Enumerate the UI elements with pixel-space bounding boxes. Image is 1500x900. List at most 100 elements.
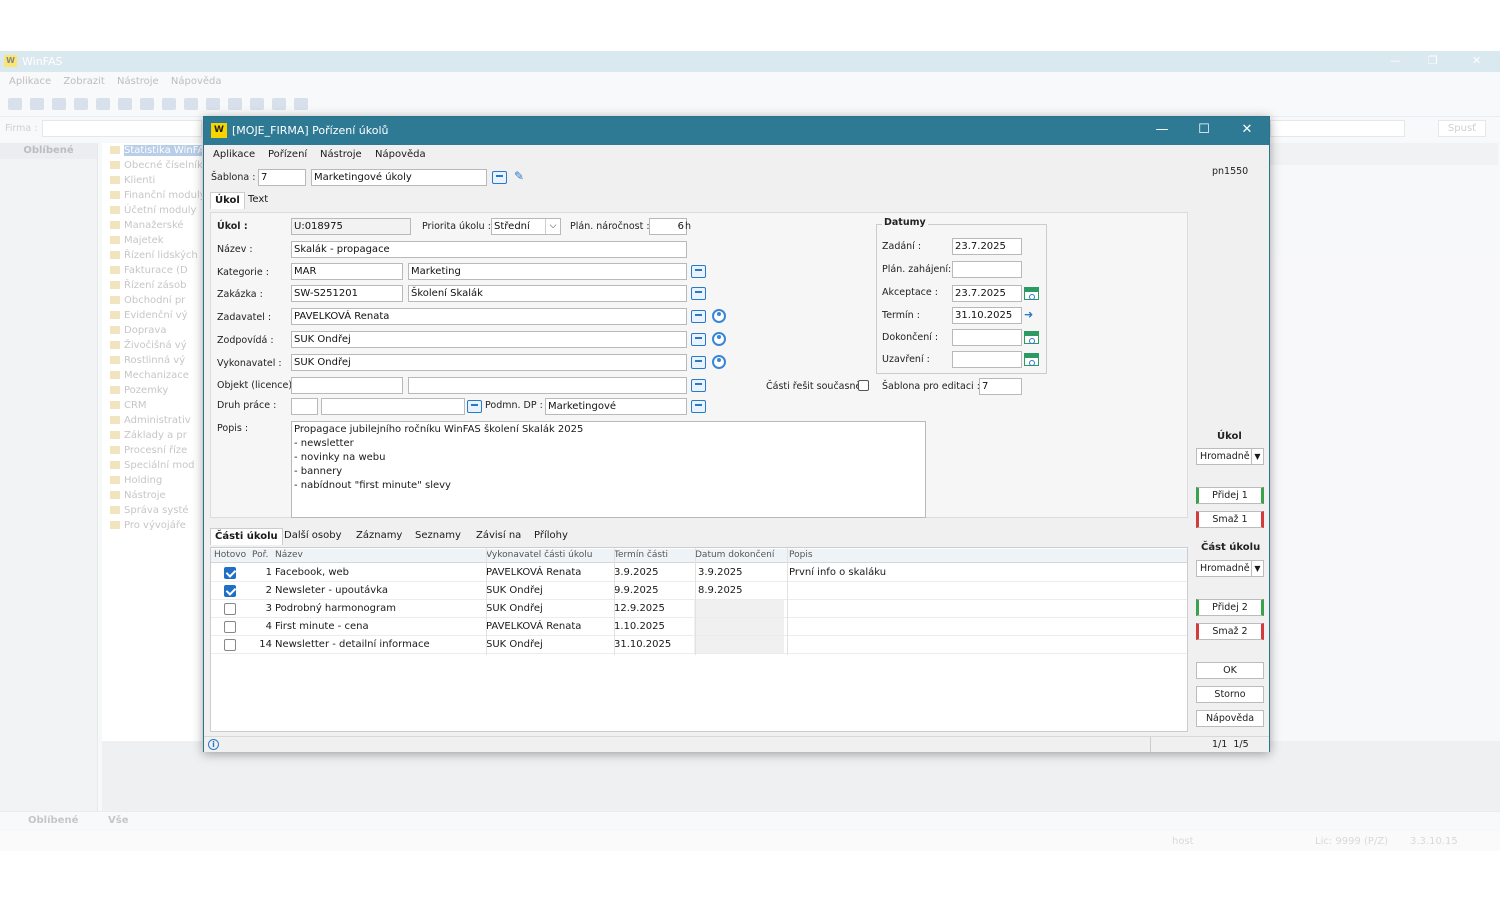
hromadne-ukol-dropdown[interactable]: Hromadně ▼ xyxy=(1196,448,1264,465)
smaz-2-button[interactable]: Smaž 2 xyxy=(1196,623,1264,640)
smaz-1-button[interactable]: Smaž 1 xyxy=(1196,511,1264,528)
col-nazev[interactable]: Název xyxy=(275,550,303,560)
maximize-icon[interactable]: ☐ xyxy=(1194,122,1214,137)
podmn-dp-input[interactable]: Marketingové xyxy=(545,398,687,415)
casti-soucasne-checkbox[interactable] xyxy=(858,380,869,391)
tab-zaznamy[interactable]: Záznamy xyxy=(352,528,406,545)
col-dokonceni[interactable]: Datum dokončení xyxy=(695,550,774,560)
toolbar-icon[interactable] xyxy=(250,98,264,110)
toolbar-icon[interactable] xyxy=(206,98,220,110)
tab-zavisi-na[interactable]: Závisí na xyxy=(472,528,525,545)
tree-item[interactable]: Finanční moduly xyxy=(102,188,202,203)
zakazka-name-input[interactable]: Školení Skalák xyxy=(408,285,687,302)
zadani-input[interactable]: 23.7.2025 xyxy=(952,238,1022,255)
table-row[interactable]: 14 Newsletter - detailní informace SUK Ond… xyxy=(211,636,1187,654)
dialog-title-bar[interactable]: W [MOJE_FIRMA] Pořízení úkolů — ☐ ✕ xyxy=(204,117,1269,145)
folder-open-icon[interactable] xyxy=(492,171,507,184)
person-icon[interactable] xyxy=(712,332,726,346)
dokonceni-input[interactable] xyxy=(952,329,1022,346)
col-por[interactable]: Poř. xyxy=(252,550,268,560)
tab-prilohy[interactable]: Přílohy xyxy=(530,528,572,545)
tree-item[interactable]: Speciální mod xyxy=(102,458,202,473)
col-termin[interactable]: Termín části xyxy=(614,550,668,560)
vykonavatel-input[interactable]: SUK Ondřej xyxy=(291,354,687,371)
col-popis[interactable]: Popis xyxy=(789,550,813,560)
info-icon[interactable]: i xyxy=(208,739,219,750)
folder-open-icon[interactable] xyxy=(691,310,706,323)
toolbar-icon[interactable] xyxy=(8,98,22,110)
hotovo-checkbox[interactable] xyxy=(224,585,236,597)
tree-item[interactable]: Rostlinná vý xyxy=(102,353,202,368)
priorita-select[interactable]: Střední ⌵ xyxy=(491,218,561,235)
tab-text[interactable]: Text xyxy=(244,192,272,209)
toolbar-icon[interactable] xyxy=(162,98,176,110)
close-icon[interactable]: ✕ xyxy=(1237,122,1257,137)
table-row[interactable]: 1 Facebook, web PAVELKOVÁ Renata 3.9.2025 3.… xyxy=(211,564,1187,582)
tree-item[interactable]: Evidenční vý xyxy=(102,308,202,323)
tree-item[interactable]: Fakturace (D xyxy=(102,263,202,278)
tree-item[interactable]: Majetek xyxy=(102,233,202,248)
tree-item[interactable]: Nástroje xyxy=(102,488,202,503)
storno-button[interactable]: Storno xyxy=(1196,686,1264,703)
person-icon[interactable] xyxy=(712,309,726,323)
tree-item[interactable]: Živočišná vý xyxy=(102,338,202,353)
tree-item[interactable]: Klienti xyxy=(102,173,202,188)
minimize-icon[interactable]: — xyxy=(1390,54,1401,67)
tab-casti-ukolu[interactable]: Části úkolu xyxy=(210,528,283,545)
akceptace-input[interactable]: 23.7.2025 xyxy=(952,285,1022,302)
sablona-id-input[interactable]: 7 xyxy=(258,169,306,186)
menu-napoveda[interactable]: Nápověda xyxy=(375,149,426,160)
napoveda-button[interactable]: Nápověda xyxy=(1196,710,1264,727)
folder-open-icon[interactable] xyxy=(691,356,706,369)
tree-item[interactable]: Doprava xyxy=(102,323,202,338)
druh-name-input[interactable] xyxy=(321,398,465,415)
tree-item[interactable]: Správa systé xyxy=(102,503,202,518)
toolbar-icon[interactable] xyxy=(184,98,198,110)
zakazka-code-input[interactable]: SW-S251201 xyxy=(291,285,403,302)
bg-menu-napoveda[interactable]: Nápověda xyxy=(171,76,222,87)
folder-open-icon[interactable] xyxy=(691,265,706,278)
tree-item[interactable]: Obecné číselníky xyxy=(102,158,202,173)
toolbar-icon[interactable] xyxy=(52,98,66,110)
tree-item[interactable]: Účetní moduly xyxy=(102,203,202,218)
tree-item[interactable]: Manažerské xyxy=(102,218,202,233)
toolbar-icon[interactable] xyxy=(74,98,88,110)
folder-open-icon[interactable] xyxy=(467,400,482,413)
tree-item[interactable]: Pozemky xyxy=(102,383,202,398)
zadavatel-input[interactable]: PAVELKOVÁ Renata xyxy=(291,308,687,325)
pridej-1-button[interactable]: Přidej 1 xyxy=(1196,487,1264,504)
calendar-icon[interactable] xyxy=(1024,331,1039,344)
toolbar-icon[interactable] xyxy=(294,98,308,110)
hotovo-checkbox[interactable] xyxy=(224,603,236,615)
sablona-name-input[interactable]: Marketingové úkoly xyxy=(311,169,487,186)
plan-zahajeni-input[interactable] xyxy=(952,261,1022,278)
col-hotovo[interactable]: Hotovo xyxy=(214,550,246,560)
table-row[interactable]: 4 First minute - cena PAVELKOVÁ Renata 1.10… xyxy=(211,618,1187,636)
tree-item[interactable]: Administrativ xyxy=(102,413,202,428)
tree-item[interactable]: Řízení zásob xyxy=(102,278,202,293)
hotovo-checkbox[interactable] xyxy=(224,567,236,579)
folder-open-icon[interactable] xyxy=(691,379,706,392)
arrow-right-icon[interactable]: ➜ xyxy=(1024,308,1039,321)
tree-item[interactable]: Obchodní pr xyxy=(102,293,202,308)
hotovo-checkbox[interactable] xyxy=(224,621,236,633)
tree-item[interactable]: Řízení lidských xyxy=(102,248,202,263)
restore-icon[interactable]: ❐ xyxy=(1428,54,1438,67)
folder-open-icon[interactable] xyxy=(691,287,706,300)
col-vykonavatel[interactable]: Vykonavatel části úkolu xyxy=(486,550,592,560)
dropdown-arrow-icon[interactable]: ▼ xyxy=(1251,561,1263,576)
folder-open-icon[interactable] xyxy=(691,400,706,413)
tab-oblibene[interactable]: Oblíbené xyxy=(28,815,78,826)
pridej-2-button[interactable]: Přidej 2 xyxy=(1196,599,1264,616)
firma-input[interactable] xyxy=(42,120,202,137)
objekt-code-input[interactable] xyxy=(291,377,403,394)
folder-open-icon[interactable] xyxy=(691,333,706,346)
toolbar-icon[interactable] xyxy=(272,98,286,110)
spust-button[interactable]: Spusť xyxy=(1438,120,1486,137)
tree-item[interactable]: Pro vývojáře xyxy=(102,518,202,533)
tree-item[interactable]: Statistika WinFAS xyxy=(102,143,202,158)
person-icon[interactable] xyxy=(712,355,726,369)
kategorie-code-input[interactable]: MAR xyxy=(291,263,403,280)
kategorie-name-input[interactable]: Marketing xyxy=(408,263,687,280)
chevron-down-icon[interactable]: ⌵ xyxy=(545,219,560,234)
